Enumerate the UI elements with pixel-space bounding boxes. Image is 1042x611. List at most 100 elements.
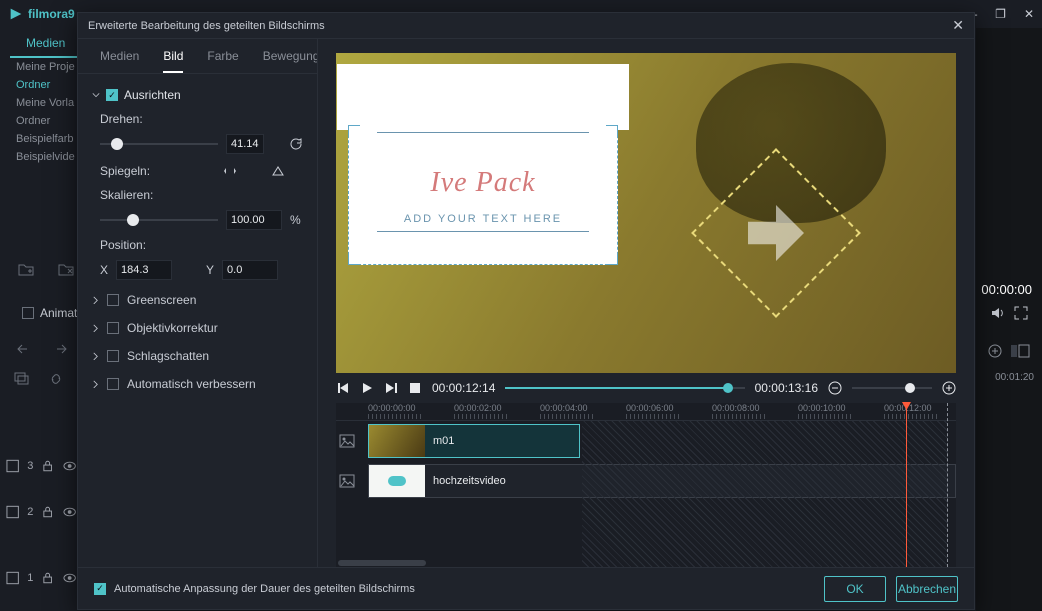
track-label-1[interactable]: 1 [6,566,76,590]
app-logo: filmora9 [8,6,75,22]
lens-correction-section[interactable]: Objektivkorrektur [78,314,317,342]
tab-farbe[interactable]: Farbe [207,49,238,73]
dialog-close-button[interactable]: ✕ [952,17,964,34]
settings-tabs: Medien Bild Farbe Bewegung [78,39,317,74]
redo-icon[interactable] [52,342,68,356]
auto-adjust-checkbox[interactable]: ✓ Automatische Anpassung der Dauer des g… [94,583,415,595]
clip-m01[interactable]: m01 [368,424,580,458]
mini-timeline[interactable]: 00:00:00:0000:00:02:0000:00:04:0000:00:0… [336,403,956,567]
rotate-input[interactable]: 41.14 [226,134,264,154]
video-track-icon [336,474,358,488]
play-button[interactable] [360,381,374,395]
cancel-button[interactable]: Abbrechen [896,576,958,602]
app-name: filmora9 [28,7,75,21]
position-x-input[interactable]: 184.3 [116,260,172,280]
zoom-out-icon[interactable] [828,381,842,395]
side-item[interactable]: Beispielfarb [16,130,75,148]
marker-add-icon[interactable] [988,344,1002,358]
side-item[interactable]: Meine Proje [16,58,75,76]
end-marker [947,403,948,567]
hatched-area [582,421,948,567]
logo-icon [8,6,24,22]
eye-icon[interactable] [63,571,76,585]
link-icon[interactable] [48,372,64,386]
window-maximize-icon[interactable]: ❐ [995,7,1006,21]
auto-enhance-section[interactable]: Automatisch verbessern [78,370,317,398]
rotate-reset-icon[interactable] [289,135,303,153]
eye-icon[interactable] [63,459,76,473]
timeline-scrollbar[interactable] [336,559,956,567]
timeline-ruler[interactable]: 00:00:00:0000:00:02:0000:00:04:0000:00:0… [336,403,956,421]
align-section-header[interactable]: ✓ Ausrichten [92,84,303,106]
dialog-titlebar: Erweiterte Bearbeitung des geteilten Bil… [78,13,974,39]
position-x-label: X [100,263,108,277]
dialog-title: Erweiterte Bearbeitung des geteilten Bil… [88,20,325,32]
rotate-label: Drehen: [100,112,160,126]
clip-label: m01 [433,435,454,447]
greenscreen-section[interactable]: Greenscreen [78,286,317,314]
preview-canvas[interactable]: Ive Pack ADD YOUR TEXT HERE [336,53,956,373]
text-frame[interactable]: Ive Pack ADD YOUR TEXT HERE [348,125,618,265]
delete-folder-icon[interactable] [58,262,74,276]
checkbox-icon[interactable] [107,350,119,362]
chevron-right-icon [92,296,99,305]
scale-label: Skalieren: [100,188,160,202]
drop-shadow-section[interactable]: Schlagschatten [78,342,317,370]
track-label-3[interactable]: 3 [6,454,76,478]
preview-area: Ive Pack ADD YOUR TEXT HERE 00:00:12:14 … [318,39,974,567]
align-checkbox[interactable]: ✓ [106,89,118,101]
checkbox-icon[interactable] [107,294,119,306]
checkbox-icon[interactable] [107,322,119,334]
undo-icon[interactable] [16,342,32,356]
ok-button[interactable]: OK [824,576,886,602]
side-item[interactable]: Ordner [16,76,75,94]
lock-icon[interactable] [41,571,54,585]
settings-panel: Medien Bild Farbe Bewegung ✓ Ausrichten … [78,39,318,567]
track-label-2[interactable]: 2 [6,500,76,524]
window-close-icon[interactable]: ✕ [1024,7,1034,21]
next-frame-button[interactable] [384,381,398,395]
flip-horizontal-icon[interactable] [221,162,239,180]
scale-input[interactable]: 100.00 [226,210,282,230]
clip-thumbnail [369,465,425,497]
volume-icon[interactable] [990,306,1004,320]
checkbox-icon [22,307,34,319]
scale-slider[interactable] [100,214,218,226]
time-slider[interactable] [505,381,744,395]
image-track-icon [6,459,19,473]
position-y-label: Y [206,263,214,277]
position-y-input[interactable]: 0.0 [222,260,278,280]
layers-icon[interactable] [14,372,30,386]
animat-checkbox[interactable]: Animat [22,306,77,320]
playhead[interactable] [906,403,907,567]
fullscreen-icon[interactable] [1014,306,1028,320]
lock-icon[interactable] [41,459,54,473]
tab-bild[interactable]: Bild [163,49,183,73]
align-label: Ausrichten [124,88,181,102]
prev-frame-button[interactable] [336,381,350,395]
tab-medien[interactable]: Medien [10,30,81,58]
side-item[interactable]: Meine Vorla [16,94,75,112]
view-mode-icon[interactable] [1010,344,1030,358]
tab-medien[interactable]: Medien [100,49,139,73]
position-label: Position: [100,238,160,252]
chevron-down-icon [92,91,100,99]
zoom-slider[interactable] [852,381,932,395]
side-item[interactable]: Ordner [16,112,75,130]
rotate-slider[interactable] [100,138,218,150]
checkbox-icon[interactable] [107,378,119,390]
lock-icon[interactable] [41,505,54,519]
dialog-footer: ✓ Automatische Anpassung der Dauer des g… [78,567,974,609]
checkbox-icon: ✓ [94,583,106,595]
side-nav: Meine Proje Ordner Meine Vorla Ordner Be… [16,58,75,166]
flip-vertical-icon[interactable] [269,162,287,180]
total-time: 00:00:13:16 [755,381,818,395]
eye-icon[interactable] [63,505,76,519]
split-screen-edit-dialog: Erweiterte Bearbeitung des geteilten Bil… [77,12,975,610]
stop-button[interactable] [408,381,422,395]
zoom-in-icon[interactable] [942,381,956,395]
new-folder-icon[interactable] [18,262,34,276]
side-item[interactable]: Beispielvide [16,148,75,166]
arrow-icon [748,205,804,261]
tab-bewegung[interactable]: Bewegung [263,49,318,73]
